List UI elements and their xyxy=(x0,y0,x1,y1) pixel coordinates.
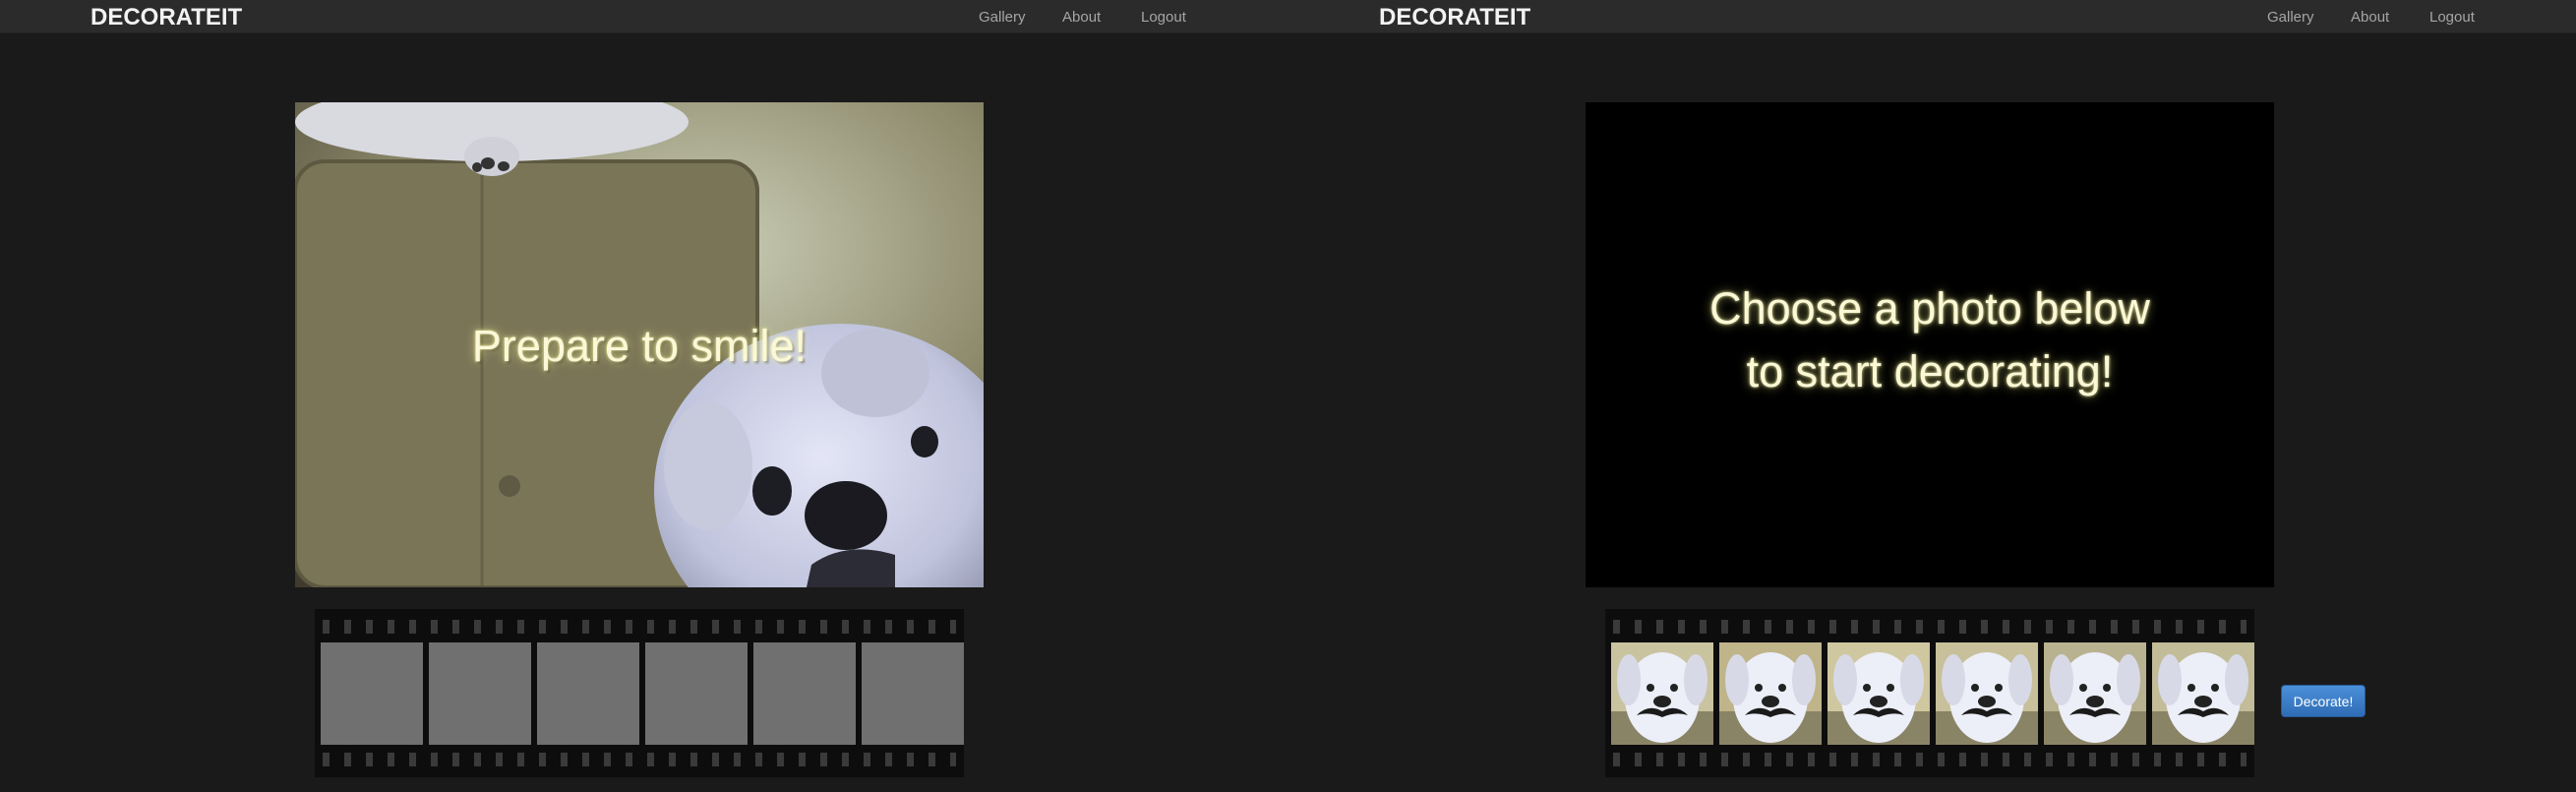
choose-photo-line-1: Choose a photo below xyxy=(1709,283,2150,334)
decorate-screen: DECORATEIT Gallery About Logout Choose a… xyxy=(1288,0,2576,792)
photo-thumbnail[interactable] xyxy=(1827,642,1930,745)
navbar: DECORATEIT Gallery About Logout xyxy=(0,0,1288,33)
filmstrip xyxy=(315,609,964,777)
empty-photo-slot xyxy=(429,642,531,745)
bear-moustache-thumbnail xyxy=(1719,642,1822,745)
photo-thumbnail[interactable] xyxy=(2044,642,2146,745)
filmstrip-sprockets xyxy=(323,620,956,634)
filmstrip-frames xyxy=(321,642,964,745)
bear-moustache-thumbnail xyxy=(1827,642,1930,745)
filmstrip xyxy=(1605,609,2254,777)
nav-logout-link[interactable]: Logout xyxy=(1141,9,1186,26)
capture-screen: DECORATEIT Gallery About Logout Prepare … xyxy=(0,0,1288,792)
choose-photo-line-2: to start decorating! xyxy=(1746,346,2114,396)
photo-thumbnail[interactable] xyxy=(1611,642,1713,745)
brand-logo[interactable]: DECORATEIT xyxy=(1379,4,1530,31)
webcam-preview: Prepare to smile! xyxy=(295,102,984,587)
empty-photo-slot xyxy=(645,642,748,745)
empty-photo-slot xyxy=(537,642,639,745)
brand-logo[interactable]: DECORATEIT xyxy=(90,4,242,31)
photo-thumbnail[interactable] xyxy=(1719,642,1822,745)
empty-photo-slot xyxy=(862,642,964,745)
filmstrip-sprockets xyxy=(1613,620,2247,634)
empty-photo-slot xyxy=(321,642,423,745)
navbar: DECORATEIT Gallery About Logout xyxy=(1288,0,2576,33)
photo-thumbnail[interactable] xyxy=(2152,642,2254,745)
nav-about-link[interactable]: About xyxy=(2351,9,2389,26)
choose-photo-message: Choose a photo below to start decorating… xyxy=(1586,277,2274,403)
filmstrip-sprockets xyxy=(1613,753,2247,766)
bear-moustache-thumbnail xyxy=(1611,642,1713,745)
decorate-canvas: Choose a photo below to start decorating… xyxy=(1586,102,2274,587)
bear-moustache-thumbnail xyxy=(1936,642,2038,745)
decorate-button[interactable]: Decorate! xyxy=(2281,685,2366,717)
empty-photo-slot xyxy=(753,642,856,745)
filmstrip-frames xyxy=(1611,642,2254,745)
nav-gallery-link[interactable]: Gallery xyxy=(2267,9,2314,26)
nav-gallery-link[interactable]: Gallery xyxy=(979,9,1026,26)
nav-about-link[interactable]: About xyxy=(1062,9,1101,26)
photo-thumbnail[interactable] xyxy=(1936,642,2038,745)
countdown-message: Prepare to smile! xyxy=(471,321,808,371)
filmstrip-sprockets xyxy=(323,753,956,766)
bear-moustache-thumbnail xyxy=(2044,642,2146,745)
bear-moustache-thumbnail xyxy=(2152,642,2254,745)
nav-logout-link[interactable]: Logout xyxy=(2429,9,2475,26)
